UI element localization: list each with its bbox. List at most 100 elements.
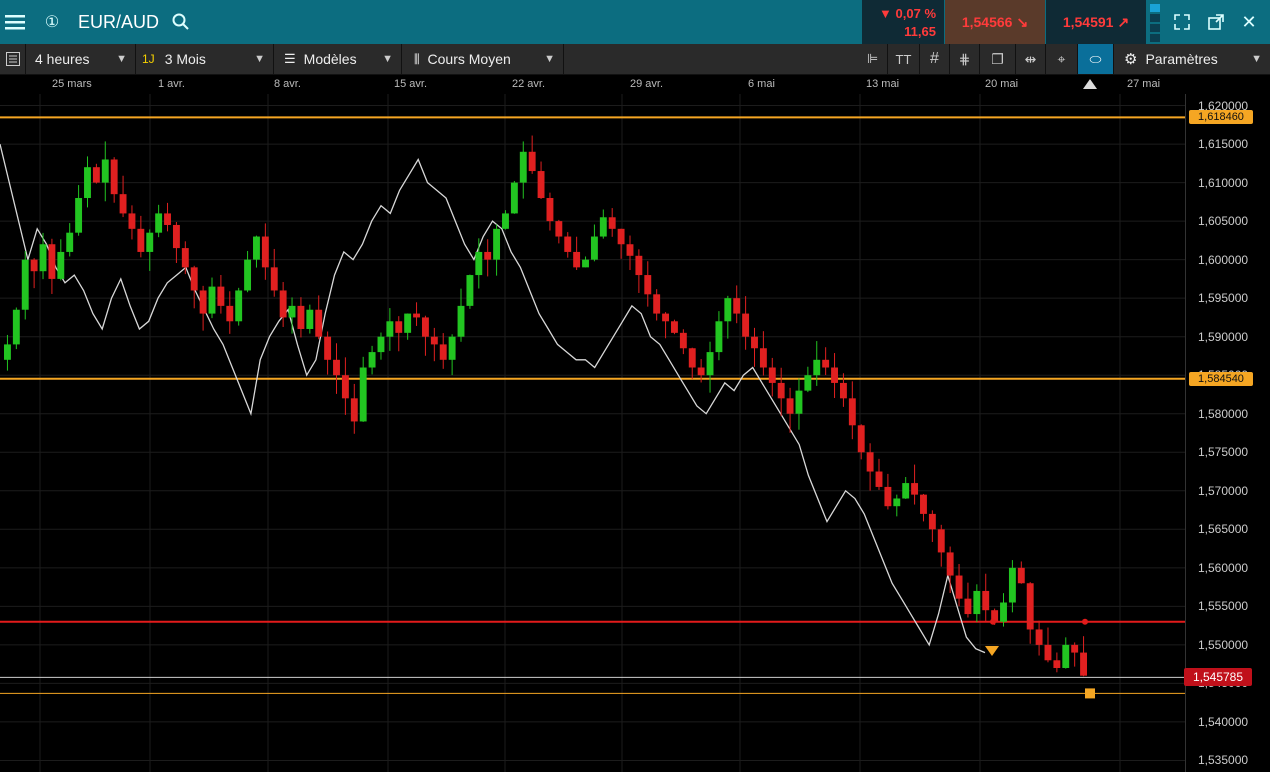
order-point-marker [1082,618,1088,625]
candle-body [893,498,901,507]
price-tick: 1,580000 [1198,406,1249,421]
candle-body [1071,644,1079,653]
price-tag-icon[interactable]: ⬭ [1078,44,1114,74]
expand-icon[interactable] [1170,0,1194,44]
candle-body [866,452,874,472]
price-tick: 1,540000 [1198,714,1249,729]
interval-select[interactable]: 4 heures ▼ [26,44,136,74]
window-number-badge[interactable]: ① [38,0,66,44]
candle-body [279,290,287,318]
text-size-icon[interactable]: TT [888,44,920,74]
sell-price-button[interactable]: 1,54566 ↘ [945,0,1045,44]
candle-body [671,321,678,333]
level-tag-upper[interactable]: 1,618460 [1189,110,1253,125]
crosshair-grid-icon[interactable]: ⋕ [950,44,980,74]
candle-body [582,259,589,268]
candle-body [333,359,340,376]
price-tick: 1,550000 [1198,637,1249,652]
compare-series-line [0,143,986,654]
popout-icon[interactable] [1204,0,1228,44]
candle-body [688,348,696,368]
candle-body [733,298,741,314]
candle-body [12,309,20,345]
price-tick: 1,535000 [1198,753,1249,768]
candle-body [1000,602,1007,622]
interval-value: 4 heures [35,51,90,67]
candle-body [519,151,527,183]
order-point-marker [990,618,996,625]
up-arrow-icon: ↗ [1117,13,1130,30]
candle-body [742,313,750,337]
candle-body [84,167,91,199]
buy-price-button[interactable]: 1,54591 ↗ [1046,0,1146,44]
candle-body [599,217,607,237]
candle-body [839,382,847,399]
candle-body [270,267,278,291]
candle-body [617,228,625,245]
candle-body [964,598,972,615]
candle-body [679,332,687,349]
price-tick: 1,565000 [1198,522,1249,537]
candle-body [902,483,910,499]
price-tick: 1,605000 [1198,214,1249,229]
layers-icon[interactable]: ❐ [980,44,1016,74]
axis-icon[interactable]: ⊫ [858,44,888,74]
price-tick: 1,575000 [1198,445,1249,460]
candle-body [101,159,109,183]
current-price-tag: 1,545785 [1184,668,1252,687]
period-select[interactable]: 1J 3 Mois ▼ [136,44,274,74]
candle-body [21,259,29,310]
sliders-icon: ☰ [284,51,296,66]
candle-body [1026,583,1034,630]
candle-body [777,382,785,399]
candle-body [1044,644,1052,661]
chevron-down-icon: ▼ [382,53,393,65]
candle-body [404,313,412,333]
candle-body [368,352,376,368]
candle-body [164,213,171,225]
candle-body [324,336,332,360]
candle-body [439,344,447,360]
candle-body [786,398,794,414]
candle-body [430,336,438,345]
candle-body [1062,644,1070,668]
candle-body [350,398,358,422]
candle-body [235,290,243,322]
candle-body [724,298,732,322]
candle-body [4,344,11,360]
candle-body [30,259,38,272]
candle-body [253,236,260,260]
candle-body [804,375,812,391]
candle-body [982,590,990,611]
settings-select[interactable]: ⚙ Paramètres ▼ [1114,44,1270,74]
candle-body [537,171,545,199]
candle-body [555,221,563,237]
candle-body [288,305,296,318]
symbol-label[interactable]: EUR/AUD [78,0,159,44]
candle-body [448,336,456,360]
arrows-icon[interactable]: ⇹ [1016,44,1046,74]
list-icon[interactable] [0,44,26,74]
gear-icon: ⚙ [1124,51,1138,68]
candle-body [706,352,714,376]
chart-type-select[interactable]: ⫼ Cours Moyen ▼ [402,44,564,74]
candle-body [1080,652,1087,676]
close-icon[interactable]: ✕ [1238,0,1260,44]
price-chart[interactable] [0,94,1185,772]
buy-price: 1,54591 [1062,14,1114,30]
candle-body [911,483,919,495]
home-marker-icon[interactable] [1082,76,1098,90]
candle-body [493,228,501,260]
level-tag-lower[interactable]: 1,584540 [1189,371,1253,386]
grid-icon[interactable]: # [920,44,950,74]
crosshair-icon[interactable]: ⌖ [1046,44,1078,74]
templates-select[interactable]: ☰ Modèles ▼ [274,44,402,74]
price-tick: 1,595000 [1198,291,1249,306]
candle-body [715,321,723,353]
menu-icon[interactable] [0,0,30,44]
candle-body [831,367,838,383]
candle-body [928,513,936,530]
candle-body [190,267,198,291]
candle-body [217,286,225,306]
search-icon[interactable] [170,0,192,44]
